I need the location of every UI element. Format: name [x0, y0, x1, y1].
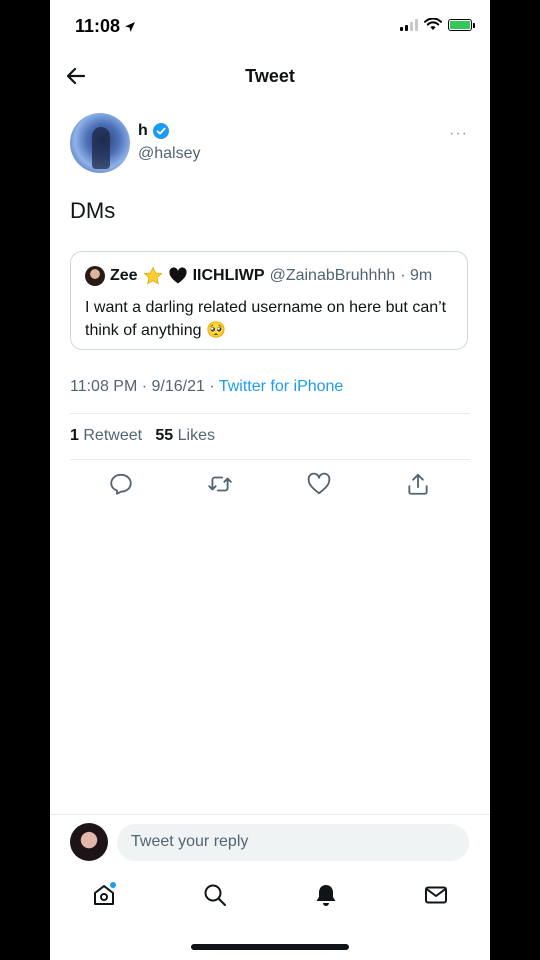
like-icon[interactable] [306, 471, 332, 497]
star-emoji-icon [143, 266, 163, 285]
quoted-tweet[interactable]: Zee IICHLIWP @ZainabBruhhhh · 9m I want … [70, 251, 468, 350]
reply-icon[interactable] [108, 471, 134, 497]
author-name-row[interactable]: h [138, 122, 169, 140]
tweet-text: DMs [70, 198, 116, 223]
quoted-author-handle: @ZainabBruhhhh [269, 267, 396, 284]
status-time: 11:08 [75, 16, 136, 37]
like-count[interactable]: 55 [155, 427, 173, 444]
quoted-tweet-header: Zee IICHLIWP @ZainabBruhhhh · 9m [85, 266, 432, 286]
tweet-timestamp: 11:08 PM · 9/16/21 · Twitter for iPhone [70, 378, 343, 396]
location-arrow-icon [125, 21, 136, 32]
divider [70, 459, 470, 460]
home-icon[interactable] [91, 882, 117, 908]
signal-icon [400, 18, 418, 31]
black-heart-emoji-icon [169, 267, 187, 284]
wifi-icon [424, 18, 442, 30]
reply-input[interactable]: Tweet your reply [117, 824, 469, 861]
author-name[interactable]: h [138, 122, 148, 140]
messages-mail-icon[interactable] [423, 882, 449, 908]
home-indicator[interactable] [191, 944, 349, 950]
like-label[interactable]: Likes [178, 427, 215, 444]
page-title: Tweet [245, 66, 295, 86]
notifications-bell-icon[interactable] [313, 882, 339, 908]
tweet-time-date: 11:08 PM · 9/16/21 · [70, 378, 219, 395]
quoted-author-avatar [85, 266, 105, 286]
quoted-author-name-extra: IICHLIWP [192, 267, 265, 284]
retweet-icon[interactable] [207, 471, 233, 497]
status-time-text: 11:08 [75, 16, 121, 36]
author-avatar[interactable] [70, 113, 130, 173]
search-icon[interactable] [202, 882, 228, 908]
quoted-tweet-text: I want a darling related username on her… [85, 299, 447, 339]
current-user-avatar[interactable] [70, 823, 108, 861]
retweet-label[interactable]: Retweet [83, 427, 142, 444]
retweet-count[interactable]: 1 [70, 427, 79, 444]
battery-icon [448, 18, 475, 31]
quoted-tweet-time: · 9m [400, 267, 433, 284]
screen: 11:08 Tweet h @halsey ··· DMs Zee IICHLI… [50, 0, 490, 960]
divider [70, 413, 470, 414]
verified-badge-icon [152, 123, 169, 139]
quoted-author-name: Zee [110, 267, 138, 284]
author-handle[interactable]: @halsey [138, 145, 201, 163]
status-indicators [400, 18, 475, 31]
tweet-source-link[interactable]: Twitter for iPhone [219, 378, 344, 395]
composer-divider [50, 814, 490, 815]
share-icon[interactable] [405, 471, 431, 497]
engagement-stats: 1 Retweet 55 Likes [70, 427, 215, 445]
more-options-icon[interactable]: ··· [449, 125, 468, 143]
